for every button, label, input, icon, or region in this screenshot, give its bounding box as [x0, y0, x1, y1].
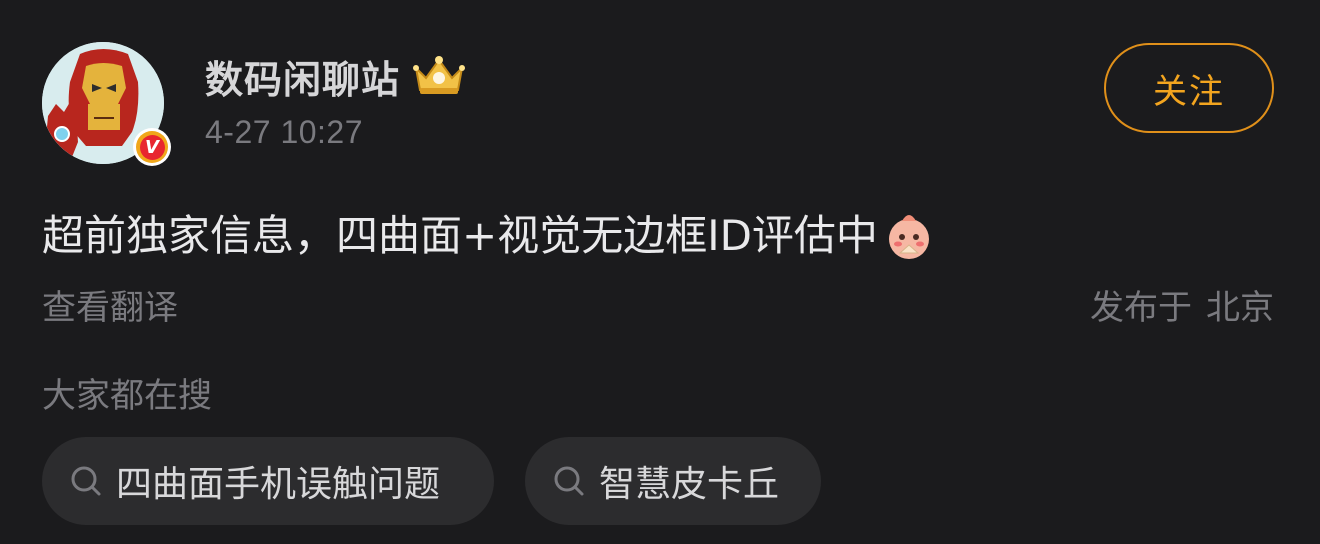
follow-button[interactable]: 关注: [1104, 43, 1274, 133]
post-timestamp: 4-27 10:27: [205, 114, 364, 150]
location-prefix: 发布于: [1090, 288, 1192, 328]
trending-label: 大家都在搜: [42, 376, 212, 416]
post-text: 超前独家信息，四曲面+视觉无边框ID评估中: [42, 211, 878, 260]
location-city: 北京: [1206, 288, 1274, 328]
post-location: 发布于 北京: [1090, 280, 1274, 329]
search-icon: [554, 466, 584, 496]
avatar[interactable]: V: [42, 42, 171, 166]
post-content: 超前独家信息，四曲面+视觉无边框ID评估中: [42, 206, 936, 266]
username-row: 数码闲聊站: [205, 50, 466, 102]
search-chip-label: 智慧皮卡丘: [599, 464, 780, 505]
search-icon: [71, 466, 101, 496]
verified-badge-icon: V: [133, 128, 171, 166]
search-chip[interactable]: 四曲面手机误触问题: [42, 437, 494, 525]
translate-link[interactable]: 查看翻译: [42, 280, 178, 329]
verified-badge-label: V: [139, 134, 165, 160]
crown-icon: [413, 56, 466, 94]
weibo-post: V 数码闲聊站 4-27 10:27 关注 超前独家信息，四曲面+视觉无边框ID…: [0, 0, 1320, 544]
search-chip-label: 四曲面手机误触问题: [116, 464, 441, 505]
shy-emoji-icon: [888, 215, 929, 259]
username[interactable]: 数码闲聊站: [205, 49, 400, 104]
search-chip[interactable]: 智慧皮卡丘: [525, 437, 821, 525]
